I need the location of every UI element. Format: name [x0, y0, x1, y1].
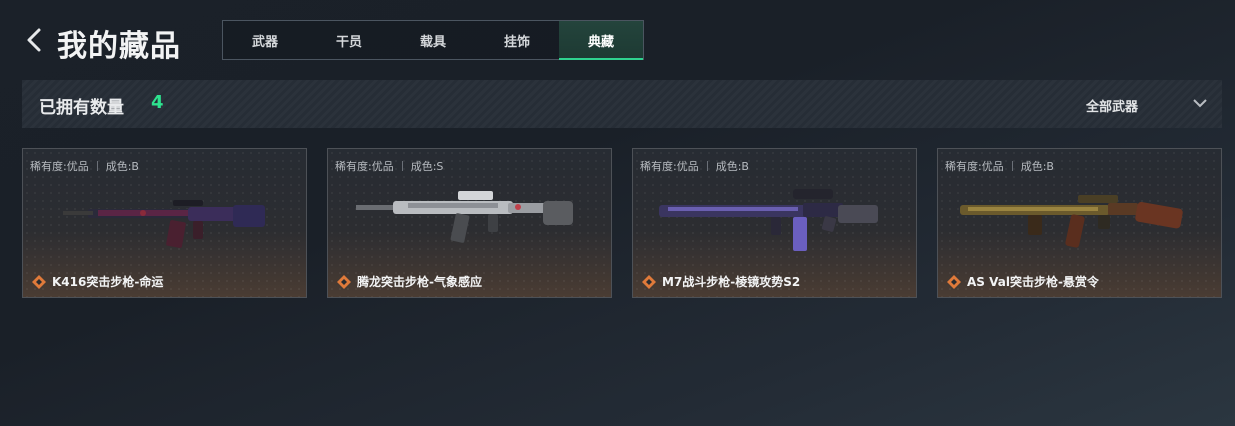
weapon-image — [960, 195, 1183, 248]
tab-label: 挂饰 — [503, 34, 530, 50]
tab-vehicles[interactable]: 载具 — [391, 21, 475, 59]
rarity-text: 稀有度:优品 — [335, 160, 394, 173]
diamond-icon — [947, 274, 961, 289]
card-title: M7战斗步枪-棱镜攻势S2 — [642, 273, 800, 290]
tab-label: 干员 — [335, 34, 362, 50]
tab-collection[interactable]: 典藏 — [559, 21, 643, 60]
rarity-text: 稀有度:优品 — [30, 160, 89, 173]
weapon-image — [63, 200, 265, 248]
tab-weapons[interactable]: 武器 — [223, 21, 307, 59]
collection-card[interactable]: 稀有度:优品 成色:S 腾龙突击步枪-气象感应 — [327, 148, 612, 298]
rarity-text: 稀有度:优品 — [945, 160, 1004, 173]
tab-label: 武器 — [251, 34, 278, 50]
grade-text: 成色:B — [1020, 160, 1054, 173]
collection-card[interactable]: 稀有度:优品 成色:B K416突击步枪-命运 — [22, 148, 307, 298]
meta-divider — [96, 161, 98, 171]
weapon-image — [356, 191, 573, 243]
card-title: 腾龙突击步枪-气象感应 — [337, 273, 482, 290]
card-meta: 稀有度:优品 成色:S — [335, 158, 443, 174]
card-meta: 稀有度:优品 成色:B — [945, 158, 1054, 174]
filter-label: 全部武器 — [1086, 100, 1139, 115]
card-meta: 稀有度:优品 成色:B — [30, 158, 139, 174]
card-title: K416突击步枪-命运 — [32, 273, 163, 290]
diamond-icon — [32, 274, 46, 289]
tab-label: 载具 — [419, 34, 446, 50]
grade-text: 成色:B — [715, 160, 749, 173]
rarity-text: 稀有度:优品 — [640, 160, 699, 173]
summary-bar: 已拥有数量 4 全部武器 — [22, 80, 1222, 128]
meta-divider — [1011, 161, 1013, 171]
card-meta: 稀有度:优品 成色:B — [640, 158, 749, 174]
back-button[interactable] — [24, 27, 46, 53]
tab-label: 典藏 — [587, 34, 614, 50]
grade-text: 成色:S — [410, 160, 444, 173]
chevron-left-icon — [27, 28, 41, 52]
card-title: AS Val突击步枪-悬赏令 — [947, 273, 1099, 290]
collection-card[interactable]: 稀有度:优品 成色:B AS Val突击步枪-悬赏令 — [937, 148, 1222, 298]
weapon-name: K416突击步枪-命运 — [52, 275, 164, 289]
collection-card[interactable]: 稀有度:优品 成色:B M7战斗步枪-棱镜攻势S2 — [632, 148, 917, 298]
weapon-name: 腾龙突击步枪-气象感应 — [357, 275, 482, 289]
owned-count: 4 — [151, 92, 164, 113]
weapon-filter-dropdown[interactable]: 全部武器 — [1072, 80, 1222, 128]
diamond-icon — [642, 274, 656, 289]
weapon-image — [659, 189, 878, 251]
category-tabs: 武器 干员 载具 挂饰 典藏 — [222, 20, 644, 60]
tab-charms[interactable]: 挂饰 — [475, 21, 559, 59]
meta-divider — [401, 161, 403, 171]
meta-divider — [706, 161, 708, 171]
weapon-name: M7战斗步枪-棱镜攻势S2 — [662, 275, 801, 289]
weapon-name: AS Val突击步枪-悬赏令 — [967, 275, 1099, 289]
diamond-icon — [337, 274, 351, 289]
grade-text: 成色:B — [105, 160, 139, 173]
page-title: 我的藏品 — [57, 29, 181, 64]
collection-grid: 稀有度:优品 成色:B K416突击步枪-命运 稀有度:优品 成色:S 腾龙突击… — [22, 148, 1222, 298]
owned-label: 已拥有数量 — [39, 98, 124, 118]
chevron-down-icon — [1193, 99, 1207, 108]
tab-operators[interactable]: 干员 — [307, 21, 391, 59]
